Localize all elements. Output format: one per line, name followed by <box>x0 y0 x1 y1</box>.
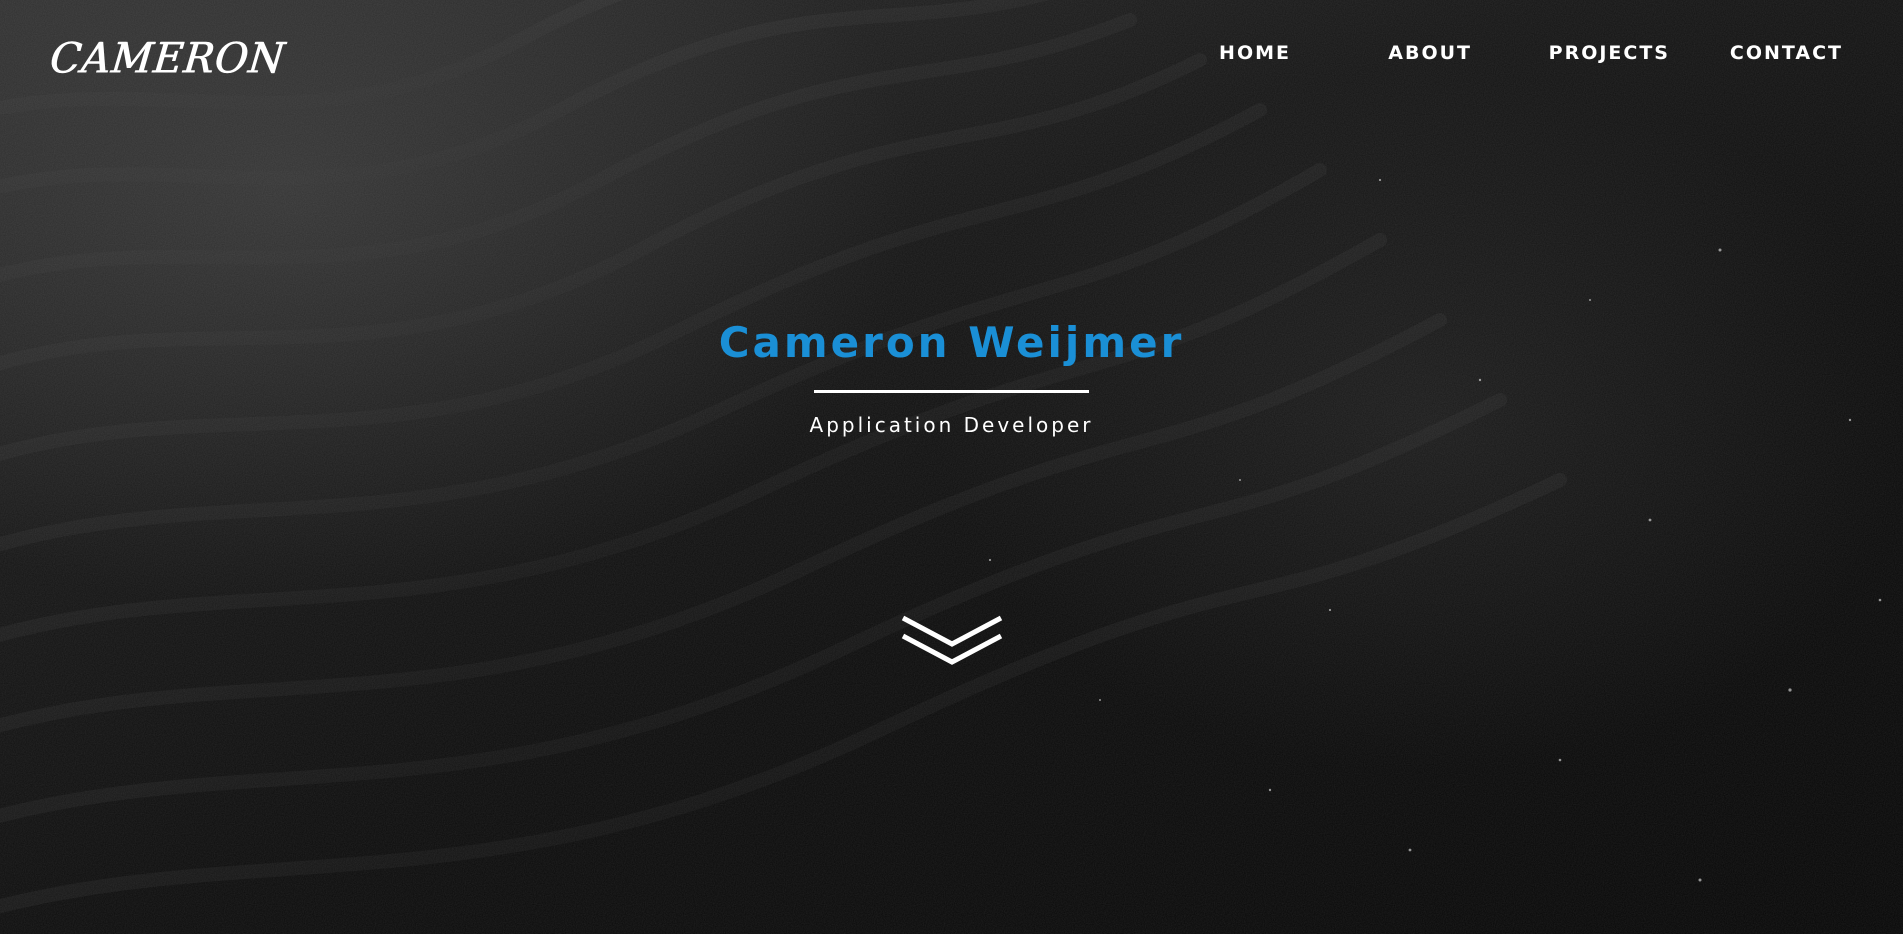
hero-section: CAMERON HOME ABOUT PROJECTS CONTACT Came… <box>0 0 1903 934</box>
title-divider <box>814 390 1089 393</box>
nav-link-about[interactable]: ABOUT <box>1388 42 1472 64</box>
site-logo[interactable]: CAMERON <box>47 35 287 83</box>
nav-link-home[interactable]: HOME <box>1219 42 1291 64</box>
top-navigation: CAMERON HOME ABOUT PROJECTS CONTACT <box>0 0 1903 110</box>
hero-subtitle: Application Developer <box>809 413 1094 437</box>
nav-link-projects[interactable]: PROJECTS <box>1549 42 1670 64</box>
scroll-down-button[interactable] <box>897 610 1007 672</box>
double-chevron-down-icon <box>901 615 1003 665</box>
nav-link-contact[interactable]: CONTACT <box>1730 42 1843 64</box>
hero-title: Cameron Weijmer <box>718 318 1185 367</box>
sand-dunes-background <box>0 0 1903 934</box>
